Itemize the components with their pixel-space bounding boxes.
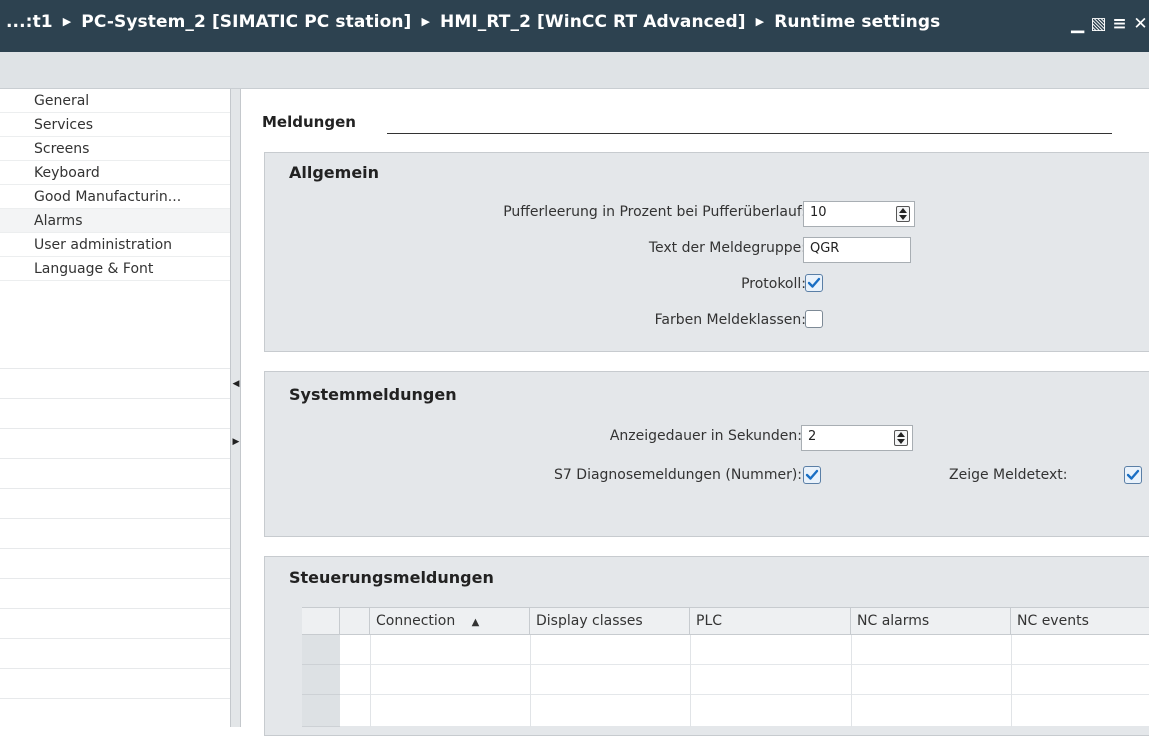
breadcrumb-pc-system[interactable]: PC-System_2 [SIMATIC PC station]	[81, 12, 411, 32]
collapse-left-icon[interactable]: ◀	[232, 377, 240, 391]
sidebar-item-keyboard[interactable]: Keyboard	[0, 161, 230, 185]
restore-icon[interactable]: ▧	[1090, 12, 1107, 36]
display-duration-value: 2	[808, 429, 817, 444]
breadcrumb: ...:t1 ▶ PC-System_2 [SIMATIC PC station] ▶…	[6, 12, 940, 32]
s7-diagnostic-checkbox[interactable]	[803, 466, 821, 484]
settings-sidebar: General Services Screens Keyboard Good M…	[0, 89, 231, 727]
alarm-class-colors-label: Farben Meldeklassen:	[654, 312, 806, 328]
sidebar-item-alarms[interactable]: Alarms	[0, 209, 230, 233]
row-header[interactable]	[302, 665, 340, 695]
breadcrumb-project[interactable]: ...:t1	[6, 12, 53, 32]
sidebar-empty-row	[0, 459, 230, 489]
row-header[interactable]	[302, 635, 340, 665]
s7-diagnostic-label: S7 Diagnosemeldungen (Nummer):	[554, 467, 802, 483]
window-controls: ▁ ▧ ≡ ✕	[1069, 12, 1149, 40]
sort-ascending-icon: ▲	[471, 617, 480, 628]
sidebar-empty-row	[0, 519, 230, 549]
sidebar-item-general[interactable]: General	[0, 89, 230, 113]
buffer-percent-value: 10	[810, 205, 827, 220]
column-header-plc[interactable]: PLC	[690, 608, 851, 634]
table-header-blank[interactable]	[340, 608, 370, 634]
main-content: Meldungen Allgemein Pufferleerung in Pro…	[242, 89, 1149, 736]
sidebar-empty-row	[0, 429, 230, 459]
column-divider	[690, 635, 691, 727]
buffer-percent-label: Pufferleerung in Prozent bei Pufferüberl…	[503, 204, 806, 220]
sidebar-item-language-font[interactable]: Language & Font	[0, 257, 230, 281]
general-group-title: Allgemein	[289, 163, 380, 182]
title-bar: ...:t1 ▶ PC-System_2 [SIMATIC PC station] ▶…	[0, 0, 1149, 52]
table-corner-cell[interactable]	[302, 608, 340, 634]
checkmark-icon	[807, 277, 821, 288]
spin-updown-icon[interactable]	[896, 206, 910, 222]
column-divider	[851, 635, 852, 727]
table-row[interactable]	[340, 665, 1149, 695]
table-header: Connection ▲ Display classes PLC NC alar…	[302, 607, 1149, 635]
expand-right-icon[interactable]: ▶	[232, 435, 240, 449]
display-duration-label: Anzeigedauer in Sekunden:	[609, 428, 802, 444]
alarm-group-text-value: QGR	[810, 241, 840, 256]
system-alarms-group: Systemmeldungen Anzeigedauer in Sekunden…	[264, 371, 1149, 537]
column-header-nc-events[interactable]: NC events	[1011, 608, 1149, 634]
sidebar-item-screens[interactable]: Screens	[0, 137, 230, 161]
spin-updown-icon[interactable]	[894, 430, 908, 446]
sidebar-empty-row	[0, 609, 230, 639]
checkmark-icon	[805, 469, 819, 480]
protocol-label: Protokoll:	[741, 276, 806, 292]
sidebar-empty-row	[0, 549, 230, 579]
sidebar-item-good-manufacturing[interactable]: Good Manufacturin...	[0, 185, 230, 209]
sidebar-item-user-administration[interactable]: User administration	[0, 233, 230, 257]
sidebar-empty-row	[0, 579, 230, 609]
breadcrumb-separator-icon: ▶	[62, 15, 72, 28]
breadcrumb-hmi[interactable]: HMI_RT_2 [WinCC RT Advanced]	[440, 12, 746, 32]
column-divider	[530, 635, 531, 727]
row-header[interactable]	[302, 695, 340, 727]
minimize-icon[interactable]: ▁	[1069, 12, 1086, 36]
control-alarms-table: Connection ▲ Display classes PLC NC alar…	[302, 607, 1149, 727]
general-group: Allgemein Pufferleerung in Prozent bei P…	[264, 152, 1149, 352]
breadcrumb-separator-icon: ▶	[421, 15, 430, 28]
column-divider	[370, 635, 371, 727]
sidebar-empty-row	[0, 399, 230, 429]
sidebar-empty-row	[0, 669, 230, 699]
protocol-checkbox[interactable]	[805, 274, 823, 292]
buffer-percent-stepper[interactable]: 10	[803, 201, 915, 227]
menu-icon[interactable]: ≡	[1111, 12, 1128, 36]
show-alarm-text-checkbox[interactable]	[1124, 466, 1142, 484]
alarm-group-text-label: Text der Meldegruppe:	[648, 240, 806, 256]
section-title: Meldungen	[262, 113, 356, 131]
control-alarms-group-title: Steuerungsmeldungen	[289, 568, 494, 587]
close-icon[interactable]: ✕	[1132, 12, 1149, 36]
alarm-class-colors-checkbox[interactable]	[805, 310, 823, 328]
sidebar-empty-row	[0, 489, 230, 519]
column-header-display-classes[interactable]: Display classes	[530, 608, 690, 634]
sidebar-empty-row	[0, 369, 230, 399]
toolbar	[0, 52, 1149, 89]
show-alarm-text-label: Zeige Meldetext:	[949, 467, 1068, 483]
system-alarms-group-title: Systemmeldungen	[289, 385, 457, 404]
checkmark-icon	[1126, 469, 1140, 480]
breadcrumb-runtime-settings[interactable]: Runtime settings	[774, 12, 940, 32]
sidebar-item-services[interactable]: Services	[0, 113, 230, 137]
table-row[interactable]	[340, 695, 1149, 727]
column-header-nc-alarms[interactable]: NC alarms	[851, 608, 1011, 634]
column-header-connection[interactable]: Connection ▲	[370, 608, 530, 634]
display-duration-stepper[interactable]: 2	[801, 425, 913, 451]
section-divider	[387, 133, 1112, 134]
sidebar-empty-row	[0, 639, 230, 669]
breadcrumb-separator-icon: ▶	[755, 15, 765, 28]
sidebar-empty-row	[0, 339, 230, 369]
sidebar-splitter[interactable]: ◀ ▶	[230, 89, 241, 727]
table-row[interactable]	[340, 635, 1149, 665]
column-divider	[1011, 635, 1012, 727]
column-label: Connection	[376, 613, 456, 629]
alarm-group-text-field[interactable]: QGR	[803, 237, 911, 263]
